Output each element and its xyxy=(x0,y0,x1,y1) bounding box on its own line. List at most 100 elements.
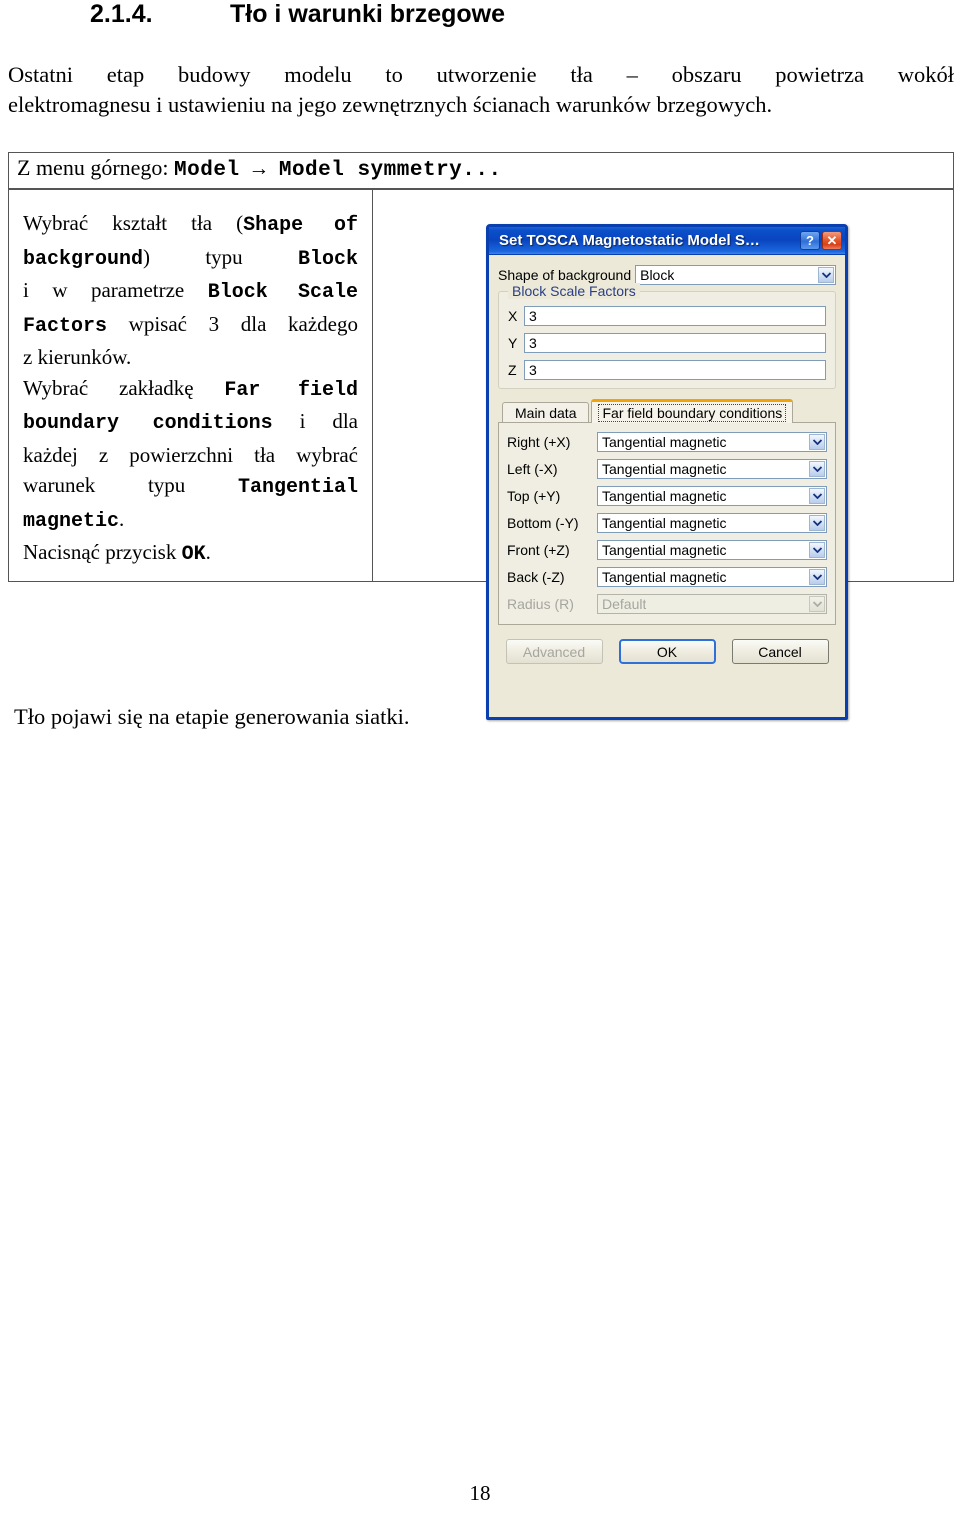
instr-l6a: Wybrać zakładkę xyxy=(23,375,225,400)
bc-value-top: Tangential magnetic xyxy=(602,488,727,504)
instr-l4b: wpisać 3 dla każdego xyxy=(107,311,358,336)
instr-l2b: ) typu xyxy=(143,244,298,269)
axis-label-y: Y xyxy=(508,335,518,351)
scale-factor-x-input[interactable]: 3 xyxy=(524,306,826,326)
bc-label-right: Right (+X) xyxy=(507,434,571,450)
chevron-down-icon[interactable] xyxy=(809,461,825,477)
dialog-titlebar[interactable]: Set TOSCA Magnetostatic Model S… ? ✕ xyxy=(489,227,845,255)
shape-of-background-value: Block xyxy=(640,267,675,283)
instr-l7b: i dla xyxy=(272,409,358,433)
instr-l9b: Tangential xyxy=(237,476,358,499)
bc-label-left: Left (-X) xyxy=(507,461,558,477)
instr-l3b: Block Scale xyxy=(207,281,358,304)
boundary-condition-row: Front (+Z) Tangential magnetic xyxy=(507,540,827,560)
bc-value-bottom: Tangential magnetic xyxy=(602,515,727,531)
bc-label-front: Front (+Z) xyxy=(507,542,570,558)
instr-l7a: boundary conditions xyxy=(23,412,273,435)
advanced-button[interactable]: Advanced xyxy=(505,639,603,664)
intro-line-1: Ostatni etap budowy modelu to utworzenie… xyxy=(8,62,954,87)
menu-path-prefix: Z menu górnego: xyxy=(17,155,175,180)
instruction-table: Z menu górnego: Model → Model symmetry..… xyxy=(8,152,954,720)
document-page: 2.1.4. Tło i warunki brzegowe Ostatni eta… xyxy=(0,0,960,1514)
block-scale-factors-group: Block Scale Factors X 3 Y 3 Z 3 xyxy=(498,283,836,389)
boundary-condition-row: Right (+X) Tangential magnetic xyxy=(507,432,827,452)
bc-label-back: Back (-Z) xyxy=(507,569,565,585)
section-title: Tło i warunki brzegowe xyxy=(230,0,506,28)
ok-button[interactable]: OK xyxy=(618,639,716,664)
instr-l2c: Block xyxy=(297,247,358,271)
bc-value-front: Tangential magnetic xyxy=(602,542,727,558)
boundary-condition-row: Radius (R) Default xyxy=(507,594,827,614)
bc-select-bottom[interactable]: Tangential magnetic xyxy=(597,513,827,533)
instr-l8: każdej z powierzchni tła wybrać xyxy=(23,442,358,467)
bc-value-back: Tangential magnetic xyxy=(602,569,727,585)
block-scale-factors-label: Block Scale Factors xyxy=(508,283,640,299)
bc-select-top[interactable]: Tangential magnetic xyxy=(597,486,827,506)
page-number: 18 xyxy=(469,1481,491,1505)
after-table-text: Tło pojawi się na etapie generowania sia… xyxy=(14,704,410,729)
chevron-down-icon[interactable] xyxy=(809,515,825,531)
instr-l1a: Wybrać kształt tła ( xyxy=(23,211,244,235)
chevron-down-icon[interactable] xyxy=(809,488,825,504)
chevron-down-icon[interactable] xyxy=(809,542,825,558)
instr-l3a: i w parametrze xyxy=(23,278,208,302)
instr-l10b: . xyxy=(119,506,125,531)
chevron-down-icon xyxy=(809,596,825,612)
tab-far-field-boundary-conditions[interactable]: Far field boundary conditions xyxy=(591,399,794,423)
boundary-condition-row: Top (+Y) Tangential magnetic xyxy=(507,486,827,506)
dialog-body: Shape of background Block Block Scale Fa… xyxy=(489,255,845,672)
dialog-title: Set TOSCA Magnetostatic Model S… xyxy=(499,232,760,249)
tab-main-data-label: Main data xyxy=(515,405,577,421)
bc-select-radius: Default xyxy=(597,594,827,614)
help-icon[interactable]: ? xyxy=(800,231,820,250)
bc-select-right[interactable]: Tangential magnetic xyxy=(597,432,827,452)
chevron-down-icon[interactable] xyxy=(818,267,834,283)
shape-of-background-row: Shape of background Block xyxy=(498,265,836,285)
instr-l11c: . xyxy=(205,540,211,564)
tab-far-field-label: Far field boundary conditions xyxy=(598,403,787,422)
instr-l5: z kierunków. xyxy=(23,345,132,369)
instr-l4a: Factors xyxy=(23,314,108,338)
boundary-condition-row: Bottom (-Y) Tangential magnetic xyxy=(507,513,827,533)
axis-label-z: Z xyxy=(508,362,517,378)
bc-label-radius: Radius (R) xyxy=(507,596,574,612)
chevron-down-icon[interactable] xyxy=(809,569,825,585)
bc-value-left: Tangential magnetic xyxy=(602,461,727,477)
page-heading: 2.1.4. Tło i warunki brzegowe xyxy=(90,0,790,29)
instructions-cell: Wybrać kształt tła (Shape of background)… xyxy=(9,190,373,581)
chevron-down-icon[interactable] xyxy=(809,434,825,450)
intro-line-2: elektromagnesu i ustawieniu na jego zewn… xyxy=(8,92,773,117)
section-number: 2.1.4. xyxy=(90,0,153,28)
instr-l11b: OK xyxy=(181,543,206,566)
bc-label-bottom: Bottom (-Y) xyxy=(507,515,579,531)
scale-factor-row: X 3 xyxy=(508,306,826,326)
intro-paragraph: Ostatni etap budowy modelu to utworzenie… xyxy=(8,60,954,120)
scale-factor-row: Y 3 xyxy=(508,333,826,353)
content-row: Wybrać kształt tła ( Shape of background)… xyxy=(9,190,953,720)
axis-label-x: X xyxy=(508,308,518,324)
bc-select-front[interactable]: Tangential magnetic xyxy=(597,540,827,560)
menu-path-row: Z menu górnego: Model → Model symmetry..… xyxy=(9,153,953,190)
close-icon[interactable]: ✕ xyxy=(822,231,842,250)
bc-select-back[interactable]: Tangential magnetic xyxy=(597,567,827,587)
dialog-button-bar: Advanced OK Cancel xyxy=(498,639,836,664)
scale-factor-y-input[interactable]: 3 xyxy=(524,333,826,353)
far-field-boundary-conditions-panel: Right (+X) Tangential magnetic Left (-X)… xyxy=(498,422,836,625)
cancel-button[interactable]: Cancel xyxy=(731,639,829,664)
instr-l6b: Far field xyxy=(224,378,358,402)
scale-factor-row: Z 3 xyxy=(508,360,826,380)
bc-select-left[interactable]: Tangential magnetic xyxy=(597,459,827,479)
bc-value-radius: Default xyxy=(602,596,647,612)
shape-of-background-label: Shape of background xyxy=(498,267,632,283)
tosca-model-settings-dialog: Set TOSCA Magnetostatic Model S… ? ✕ Sha… xyxy=(486,224,848,720)
instr-l11a: Nacisnąć przycisk xyxy=(23,540,182,564)
bc-label-top: Top (+Y) xyxy=(507,488,561,504)
shape-of-background-select[interactable]: Block xyxy=(635,265,836,285)
instr-l2a: background xyxy=(23,247,144,271)
screenshot-cell: Set TOSCA Magnetostatic Model S… ? ✕ Sha… xyxy=(373,190,953,720)
boundary-condition-row: Back (-Z) Tangential magnetic xyxy=(507,567,827,587)
tab-main-data[interactable]: Main data xyxy=(502,402,590,423)
dialog-tabstrip: Main data Far field boundary conditions xyxy=(498,399,836,423)
scale-factor-z-input[interactable]: 3 xyxy=(524,360,826,380)
instr-l10a: magnetic xyxy=(23,509,120,533)
